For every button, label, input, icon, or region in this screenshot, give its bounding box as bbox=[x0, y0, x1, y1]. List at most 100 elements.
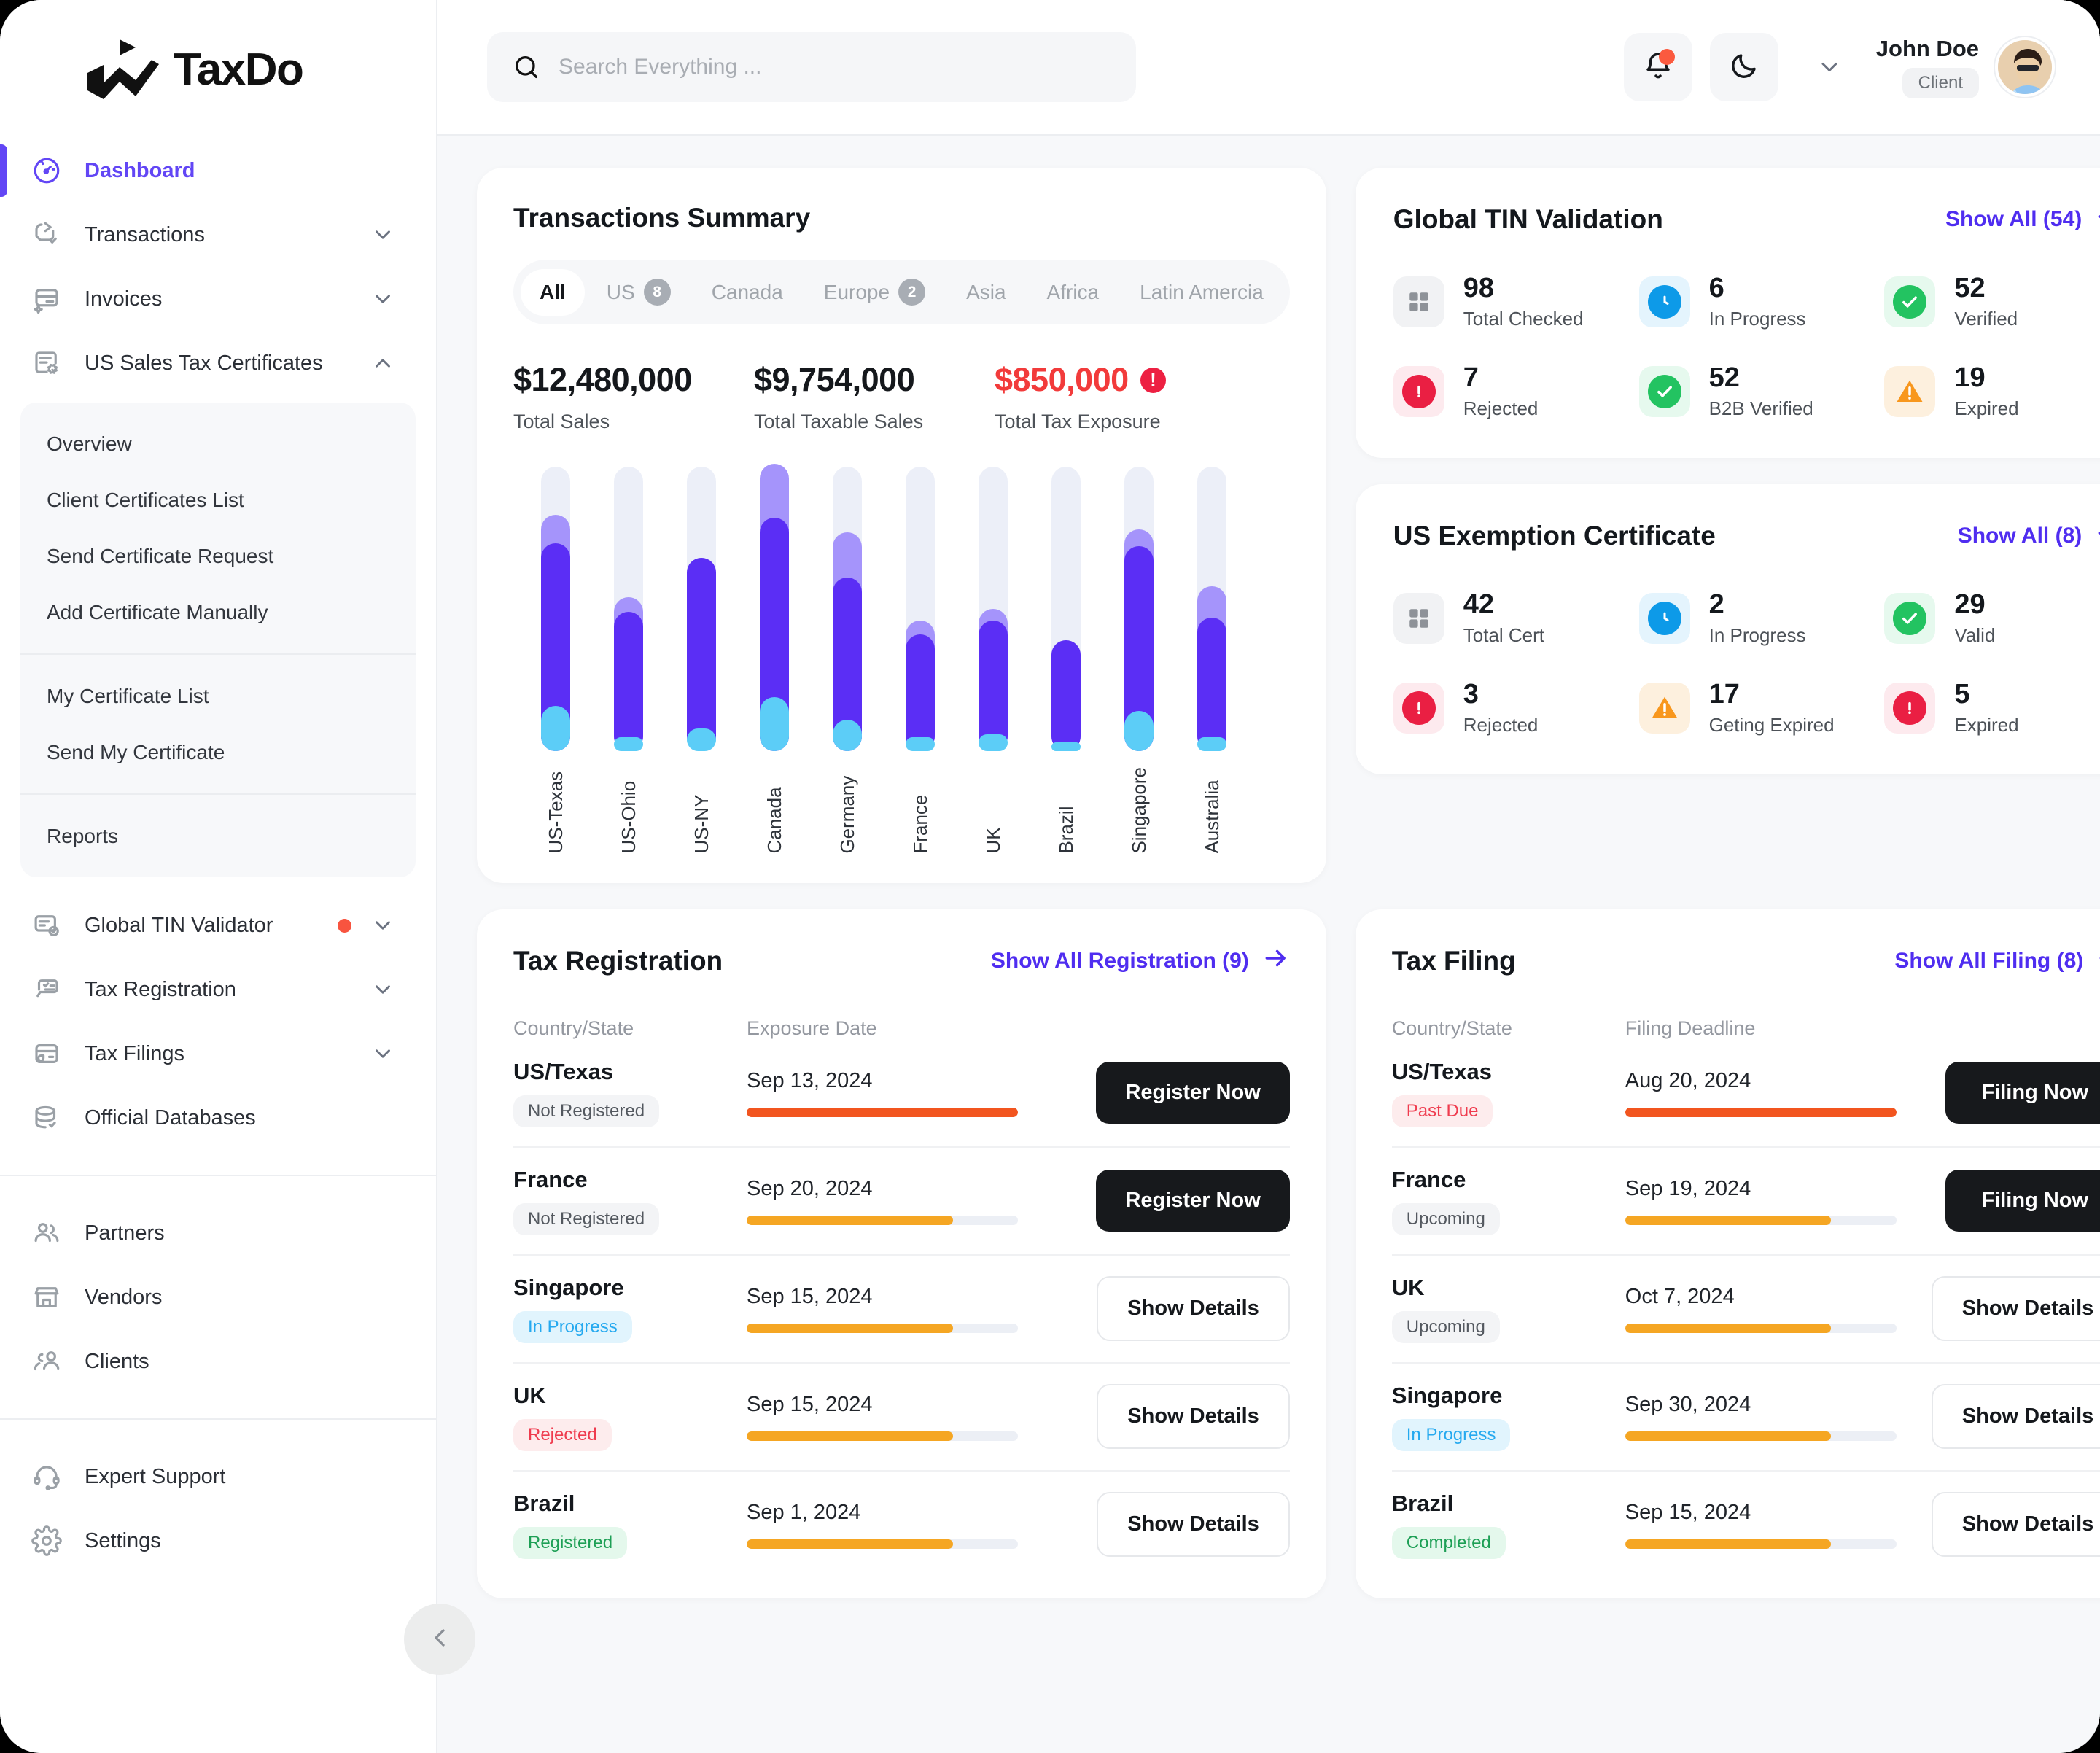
dark-mode-toggle[interactable] bbox=[1709, 33, 1778, 101]
row-country-name: UK bbox=[513, 1382, 546, 1408]
row-action-button[interactable]: Register Now bbox=[1096, 1062, 1290, 1124]
show-all-tin-link[interactable]: Show All (54) bbox=[1945, 203, 2100, 236]
row-date-cell: Sep 20, 2024 bbox=[747, 1177, 1053, 1225]
row-action-button[interactable]: Show Details bbox=[1097, 1492, 1290, 1558]
chevron-down-icon[interactable] bbox=[370, 222, 395, 247]
submenu-item-my-certificate-list[interactable]: My Certificate List bbox=[20, 668, 416, 724]
row-action-button[interactable]: Show Details bbox=[1097, 1384, 1290, 1450]
sidebar-item-global-tin-validator[interactable]: Global TIN Validator bbox=[0, 893, 436, 957]
status-badge: Past Due bbox=[1391, 1095, 1493, 1127]
tin-validator-icon bbox=[26, 905, 67, 946]
alert-circle-icon: ! bbox=[1140, 367, 1166, 393]
chevron-up-icon[interactable] bbox=[370, 351, 395, 376]
sidebar-item-clients[interactable]: Clients bbox=[0, 1329, 436, 1394]
bar-track bbox=[906, 467, 935, 751]
submenu-item-send-certificate-request[interactable]: Send Certificate Request bbox=[20, 528, 416, 584]
avatar[interactable] bbox=[1995, 37, 2055, 97]
card-title: US Exemption Certificate bbox=[1393, 520, 1716, 551]
row-action-button[interactable]: Show Details bbox=[1931, 1492, 2100, 1558]
row-action-button[interactable]: Filing Now bbox=[1945, 1170, 2100, 1232]
submenu-item-reports[interactable]: Reports bbox=[20, 808, 416, 864]
stat-number: 5 bbox=[1954, 678, 1970, 710]
sidebar-divider bbox=[0, 1418, 436, 1420]
brand-logo[interactable]: TaxDo bbox=[0, 0, 436, 139]
sidebar-item-dashboard[interactable]: Dashboard bbox=[0, 139, 436, 203]
app-window: TaxDo Dashboard Transactions Invoices US… bbox=[0, 0, 2100, 1753]
stat-label: Expired bbox=[1954, 713, 2019, 736]
user-menu[interactable]: John Doe Client bbox=[1876, 36, 2055, 98]
stat-item: 52 Verified bbox=[1884, 273, 2100, 330]
clock-icon bbox=[1638, 593, 1690, 645]
sidebar-item-label: Official Databases bbox=[85, 1105, 256, 1130]
tab-all[interactable]: All bbox=[521, 268, 585, 316]
chevron-down-icon[interactable] bbox=[370, 287, 395, 311]
notifications-button[interactable] bbox=[1623, 33, 1692, 101]
sidebar-item-transactions[interactable]: Transactions bbox=[0, 203, 436, 267]
error-circle-icon bbox=[1401, 691, 1436, 726]
sidebar-item-expert-support[interactable]: Expert Support bbox=[0, 1445, 436, 1509]
tab-latin-america[interactable]: Latin Amercia bbox=[1121, 269, 1283, 316]
submenu-item-add-certificate-manually[interactable]: Add Certificate Manually bbox=[20, 584, 416, 640]
row-action-button[interactable]: Filing Now bbox=[1945, 1062, 2100, 1124]
chevron-down-icon[interactable] bbox=[370, 1041, 395, 1066]
chevron-down-icon[interactable] bbox=[1816, 54, 1843, 80]
sidebar-item-official-databases[interactable]: Official Databases bbox=[0, 1086, 436, 1150]
stat-item: 29 Valid bbox=[1884, 590, 2100, 647]
stat-text: 6 In Progress bbox=[1709, 273, 1806, 330]
card-title: Tax Filing bbox=[1391, 945, 1516, 976]
tab-europe[interactable]: Europe 2 bbox=[805, 267, 944, 317]
notification-badge bbox=[1658, 49, 1675, 65]
submenu-item-overview[interactable]: Overview bbox=[20, 416, 416, 472]
show-all-registration-link[interactable]: Show All Registration (9) bbox=[991, 944, 1290, 978]
row-action-button[interactable]: Register Now bbox=[1096, 1170, 1290, 1232]
stat-text: 2 In Progress bbox=[1709, 590, 1806, 647]
table-row: Brazil Registered Sep 1, 2024 Show Details bbox=[513, 1472, 1290, 1578]
bar-track bbox=[541, 467, 570, 751]
card-header: Tax Filing Show All Filing (8) bbox=[1392, 944, 2100, 978]
show-all-exemption-link[interactable]: Show All (8) bbox=[1958, 519, 2100, 553]
tab-us[interactable]: US 8 bbox=[588, 267, 690, 317]
sidebar-item-tax-filings[interactable]: Tax Filings bbox=[0, 1022, 436, 1086]
tab-canada[interactable]: Canada bbox=[693, 269, 802, 316]
avatar-image bbox=[1998, 40, 2052, 94]
table-row: Singapore In Progress Sep 15, 2024 Show Det… bbox=[513, 1256, 1290, 1364]
submenu-item-client-certificates-list[interactable]: Client Certificates List bbox=[20, 472, 416, 528]
row-country-cell: France Upcoming bbox=[1391, 1166, 1625, 1235]
bar-segment bbox=[1051, 742, 1081, 751]
search-input[interactable] bbox=[559, 55, 1111, 79]
show-all-label: Show All (8) bbox=[1957, 523, 2082, 548]
show-all-filing-link[interactable]: Show All Filing (8) bbox=[1894, 944, 2100, 978]
row-action-button[interactable]: Show Details bbox=[1097, 1276, 1290, 1342]
row-action-button[interactable]: Show Details bbox=[1931, 1384, 2100, 1450]
row-action-button[interactable]: Show Details bbox=[1931, 1276, 2100, 1342]
chevron-down-icon[interactable] bbox=[370, 977, 395, 1002]
row-date: Sep 15, 2024 bbox=[747, 1284, 873, 1308]
x-tick-label: US-Ohio bbox=[592, 767, 665, 854]
sidebar-item-partners[interactable]: Partners bbox=[0, 1201, 436, 1265]
arrow-right-icon bbox=[1262, 944, 1290, 978]
chevron-down-icon[interactable] bbox=[338, 913, 395, 938]
bar-track bbox=[1051, 467, 1081, 751]
sidebar: TaxDo Dashboard Transactions Invoices US… bbox=[0, 0, 475, 1753]
search-box[interactable] bbox=[487, 32, 1136, 102]
bar-track bbox=[1197, 467, 1226, 751]
row-country-name: Singapore bbox=[513, 1274, 624, 1300]
sidebar-item-tax-registration[interactable]: Tax Registration bbox=[0, 957, 436, 1022]
sidebar-item-us-sales-tax-certificates[interactable]: US Sales Tax Certificates bbox=[0, 331, 436, 395]
sidebar-item-invoices[interactable]: Invoices bbox=[0, 267, 436, 331]
submenu-item-send-my-certificate[interactable]: Send My Certificate bbox=[20, 724, 416, 780]
tab-asia[interactable]: Asia bbox=[947, 269, 1024, 316]
x-tick-text: UK bbox=[981, 827, 1004, 854]
table-row: Singapore In Progress Sep 30, 2024 Show Det… bbox=[1391, 1364, 2100, 1472]
user-meta: John Doe Client bbox=[1876, 36, 1979, 98]
sidebar-collapse-button[interactable] bbox=[404, 1604, 475, 1675]
sidebar-item-settings[interactable]: Settings bbox=[0, 1509, 436, 1573]
error-circle-icon bbox=[1401, 375, 1436, 409]
table-header: Country/State Exposure Date bbox=[513, 1017, 1290, 1040]
stat-text: 19 Expired bbox=[1954, 363, 2018, 420]
brand-name: TaxDo bbox=[174, 44, 304, 95]
tab-africa[interactable]: Africa bbox=[1028, 269, 1119, 316]
row-country-name: France bbox=[1391, 1166, 1466, 1192]
bar-segment bbox=[1051, 640, 1081, 751]
sidebar-item-vendors[interactable]: Vendors bbox=[0, 1265, 436, 1329]
